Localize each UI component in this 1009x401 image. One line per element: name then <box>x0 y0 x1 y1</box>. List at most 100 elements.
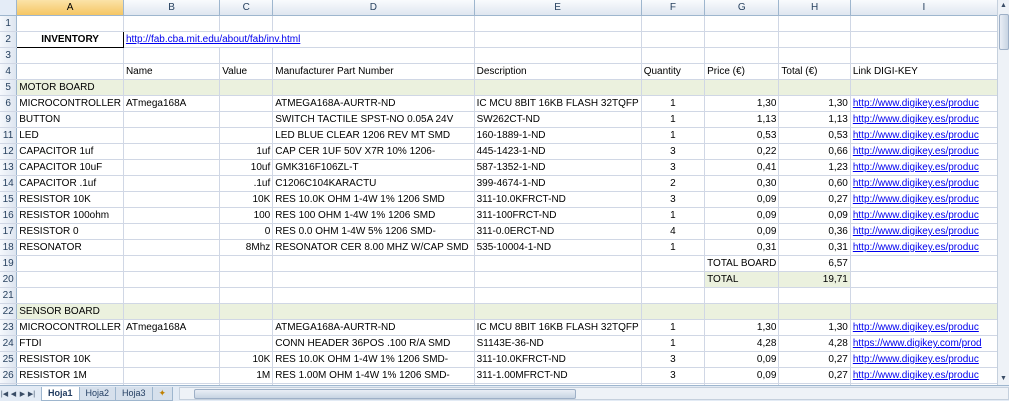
cell[interactable] <box>778 47 851 64</box>
cell-model[interactable]: ATmega168A <box>123 319 221 336</box>
cell-price[interactable]: 0,41 <box>704 159 780 176</box>
cell[interactable] <box>778 303 851 320</box>
cell-value[interactable]: 100 <box>219 207 274 224</box>
cell[interactable] <box>474 255 642 272</box>
cell[interactable] <box>16 15 124 32</box>
cell[interactable] <box>16 63 124 80</box>
cell-model[interactable] <box>123 111 221 128</box>
column-header[interactable]: H <box>778 0 851 16</box>
cell-model[interactable] <box>123 239 221 256</box>
row-header[interactable]: 14 <box>0 175 18 192</box>
cell-total[interactable]: 0,27 <box>778 367 851 384</box>
cell[interactable] <box>474 15 642 32</box>
inventory-cell[interactable]: INVENTORY <box>16 31 124 48</box>
row-header[interactable]: 23 <box>0 319 18 336</box>
cell[interactable] <box>474 31 642 48</box>
header-quantity[interactable]: Quantity <box>641 63 706 80</box>
cell[interactable] <box>704 31 780 48</box>
digikey-link[interactable]: http://www.digikey.es/produc <box>853 210 979 221</box>
cell-description[interactable]: 311-100FRCT-ND <box>474 207 642 224</box>
cell-price[interactable]: 0,09 <box>704 191 780 208</box>
row-header[interactable]: 3 <box>0 47 18 64</box>
cell-price[interactable]: 1,30 <box>704 95 780 112</box>
cell-mpn[interactable]: RESONATOR CER 8.00 MHZ W/CAP SMD <box>272 239 475 256</box>
cell[interactable] <box>641 31 706 48</box>
cell-mpn[interactable]: C1206C104KARACTU <box>272 175 475 192</box>
cell[interactable] <box>641 271 706 288</box>
cell[interactable] <box>850 287 998 304</box>
cell[interactable] <box>704 303 780 320</box>
row-header[interactable]: 11 <box>0 127 18 144</box>
cell[interactable] <box>272 255 475 272</box>
inventory-link-cell[interactable]: http://fab.cba.mit.edu/about/fab/inv.htm… <box>123 31 475 48</box>
digikey-link[interactable]: http://www.digikey.es/produc <box>853 242 979 253</box>
cell[interactable] <box>123 271 221 288</box>
cell-mpn[interactable]: RES 100 OHM 1-4W 1% 1206 SMD <box>272 207 475 224</box>
cell-name[interactable]: CAPACITOR 10uF <box>16 159 124 176</box>
scroll-up-icon[interactable]: ▲ <box>998 0 1009 12</box>
cell-price[interactable]: 0,09 <box>704 207 780 224</box>
cell-mpn[interactable]: GMK316F106ZL-T <box>272 159 475 176</box>
digikey-link[interactable]: http://www.digikey.es/produc <box>853 98 979 109</box>
cell-value[interactable]: 8Mhz <box>219 239 274 256</box>
cell-name[interactable]: MICROCONTROLLER <box>16 319 124 336</box>
cell-model[interactable]: ATmega168A <box>123 95 221 112</box>
vertical-scrollbar[interactable]: ▲ ▼ <box>997 0 1009 385</box>
column-header[interactable]: D <box>272 0 475 16</box>
cell[interactable] <box>704 79 780 96</box>
digikey-link[interactable]: http://www.digikey.es/produc <box>853 146 979 157</box>
cell-description[interactable]: SW262CT-ND <box>474 111 642 128</box>
cell[interactable] <box>474 47 642 64</box>
cell-mpn[interactable]: RES 10.0K OHM 1-4W 1% 1206 SMD <box>272 191 475 208</box>
cell-value[interactable] <box>219 319 274 336</box>
cell[interactable] <box>219 15 274 32</box>
cell[interactable] <box>16 255 124 272</box>
cell-link[interactable]: http://www.digikey.es/produc <box>850 351 998 368</box>
first-sheet-icon[interactable]: |◀ <box>0 390 9 398</box>
cell-model[interactable] <box>123 191 221 208</box>
cell[interactable] <box>778 79 851 96</box>
cell[interactable] <box>272 303 475 320</box>
cell-name[interactable]: BUTTON <box>16 111 124 128</box>
cell-price[interactable]: 0,53 <box>704 127 780 144</box>
cell-link[interactable]: http://www.digikey.es/produc <box>850 111 998 128</box>
cell-total[interactable]: 1,30 <box>778 319 851 336</box>
cell-model[interactable] <box>123 223 221 240</box>
row-header[interactable]: 2 <box>0 31 18 48</box>
cell-price[interactable]: 0,09 <box>704 367 780 384</box>
cell[interactable] <box>850 47 998 64</box>
column-header[interactable]: I <box>850 0 998 16</box>
header-mpn[interactable]: Manufacturer Part Number <box>272 63 475 80</box>
cell[interactable] <box>704 287 780 304</box>
cell-value[interactable]: 10K <box>219 191 274 208</box>
cell-model[interactable] <box>123 159 221 176</box>
cell-total[interactable]: 0,60 <box>778 175 851 192</box>
digikey-link[interactable]: http://www.digikey.es/produc <box>853 114 979 125</box>
cell-mpn[interactable]: ATMEGA168A-AURTR-ND <box>272 319 475 336</box>
digikey-link[interactable]: http://www.digikey.es/produc <box>853 322 979 333</box>
total-board-value[interactable]: 6,57 <box>778 255 851 272</box>
cell-link[interactable]: http://www.digikey.es/produc <box>850 159 998 176</box>
cell-description[interactable]: 587-1352-1-ND <box>474 159 642 176</box>
cell-link[interactable]: http://www.digikey.es/produc <box>850 319 998 336</box>
cell-quantity[interactable]: 1 <box>641 335 706 352</box>
prev-sheet-icon[interactable]: ◀ <box>9 390 18 398</box>
cell-price[interactable]: 1,13 <box>704 111 780 128</box>
cell-value[interactable] <box>219 111 274 128</box>
cell[interactable] <box>219 271 274 288</box>
cell-name[interactable]: MICROCONTROLLER <box>16 95 124 112</box>
cell-description[interactable]: IC MCU 8BIT 16KB FLASH 32TQFP <box>474 95 642 112</box>
cell-quantity[interactable]: 3 <box>641 143 706 160</box>
cell[interactable] <box>123 255 221 272</box>
cell-total[interactable]: 0,27 <box>778 191 851 208</box>
cell-model[interactable] <box>123 351 221 368</box>
cell-value[interactable] <box>219 95 274 112</box>
cell-mpn[interactable]: RES 10.0K OHM 1-4W 1% 1206 SMD- <box>272 351 475 368</box>
row-header[interactable]: 6 <box>0 95 18 112</box>
cell-price[interactable]: 0,22 <box>704 143 780 160</box>
cell-quantity[interactable]: 3 <box>641 191 706 208</box>
cell-description[interactable]: 399-4674-1-ND <box>474 175 642 192</box>
row-header[interactable]: 13 <box>0 159 18 176</box>
column-header[interactable]: F <box>641 0 706 16</box>
cell-mpn[interactable]: ATMEGA168A-AURTR-ND <box>272 95 475 112</box>
